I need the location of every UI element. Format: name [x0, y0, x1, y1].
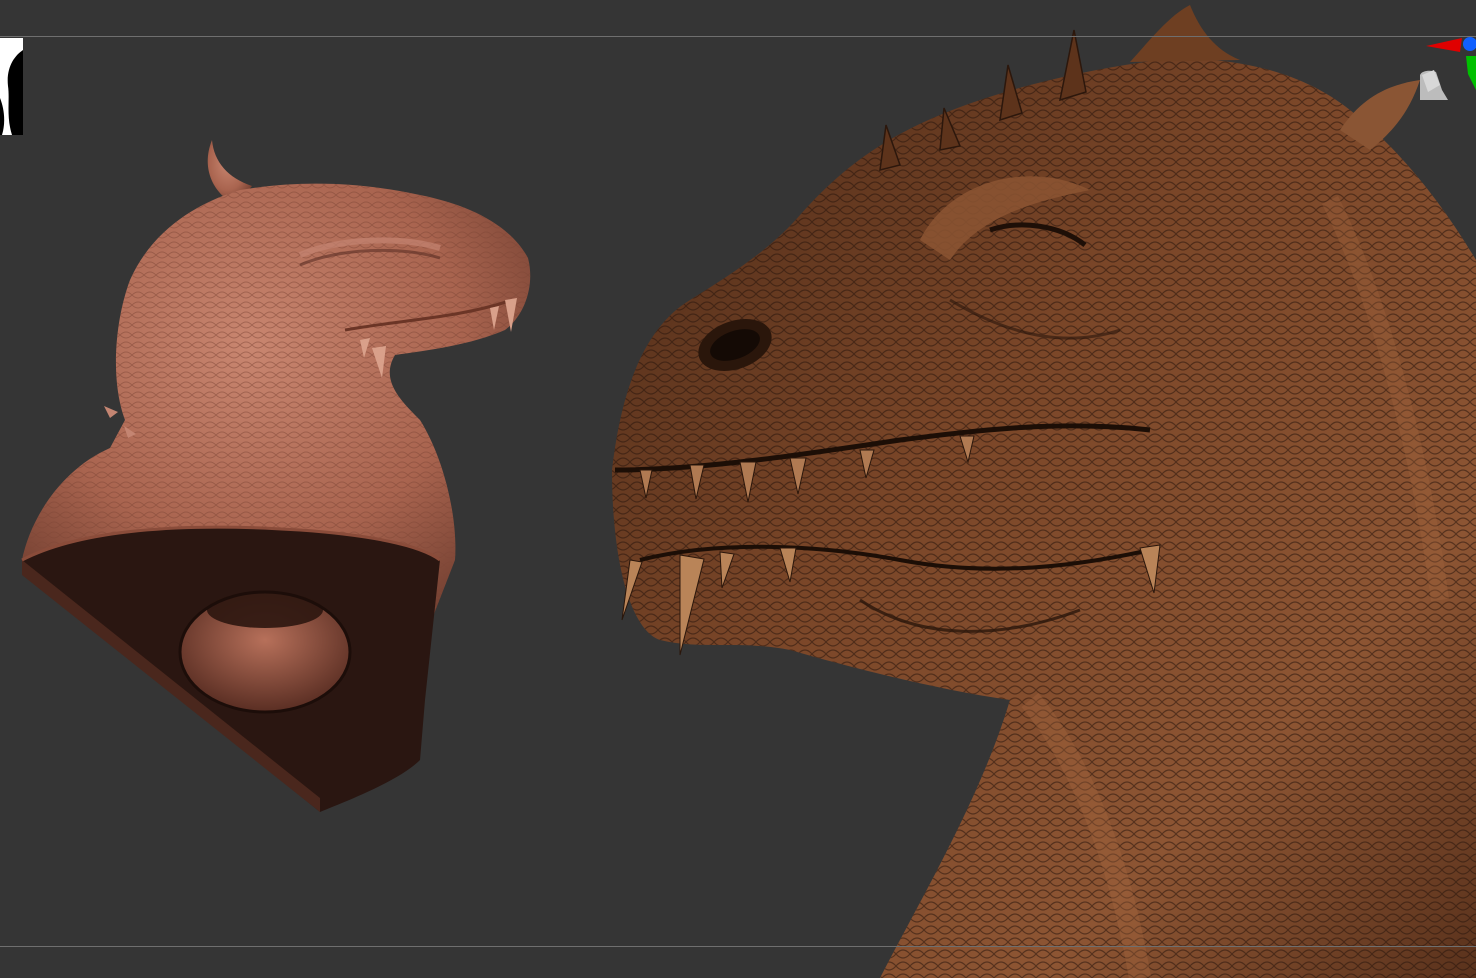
scene-render [21, 5, 1476, 978]
canvas-viewport[interactable] [0, 0, 1476, 978]
viewport-frame-bottom [0, 946, 1476, 947]
head-horn-top [1130, 5, 1240, 62]
textured-head-model[interactable] [612, 5, 1476, 978]
clay-bust-model[interactable] [21, 140, 531, 812]
axis-gizmo-icon[interactable] [1420, 30, 1476, 102]
thumbnail-icon[interactable] [0, 38, 23, 135]
viewport-frame-top [0, 36, 1476, 37]
camera-head-icon [1420, 70, 1448, 102]
